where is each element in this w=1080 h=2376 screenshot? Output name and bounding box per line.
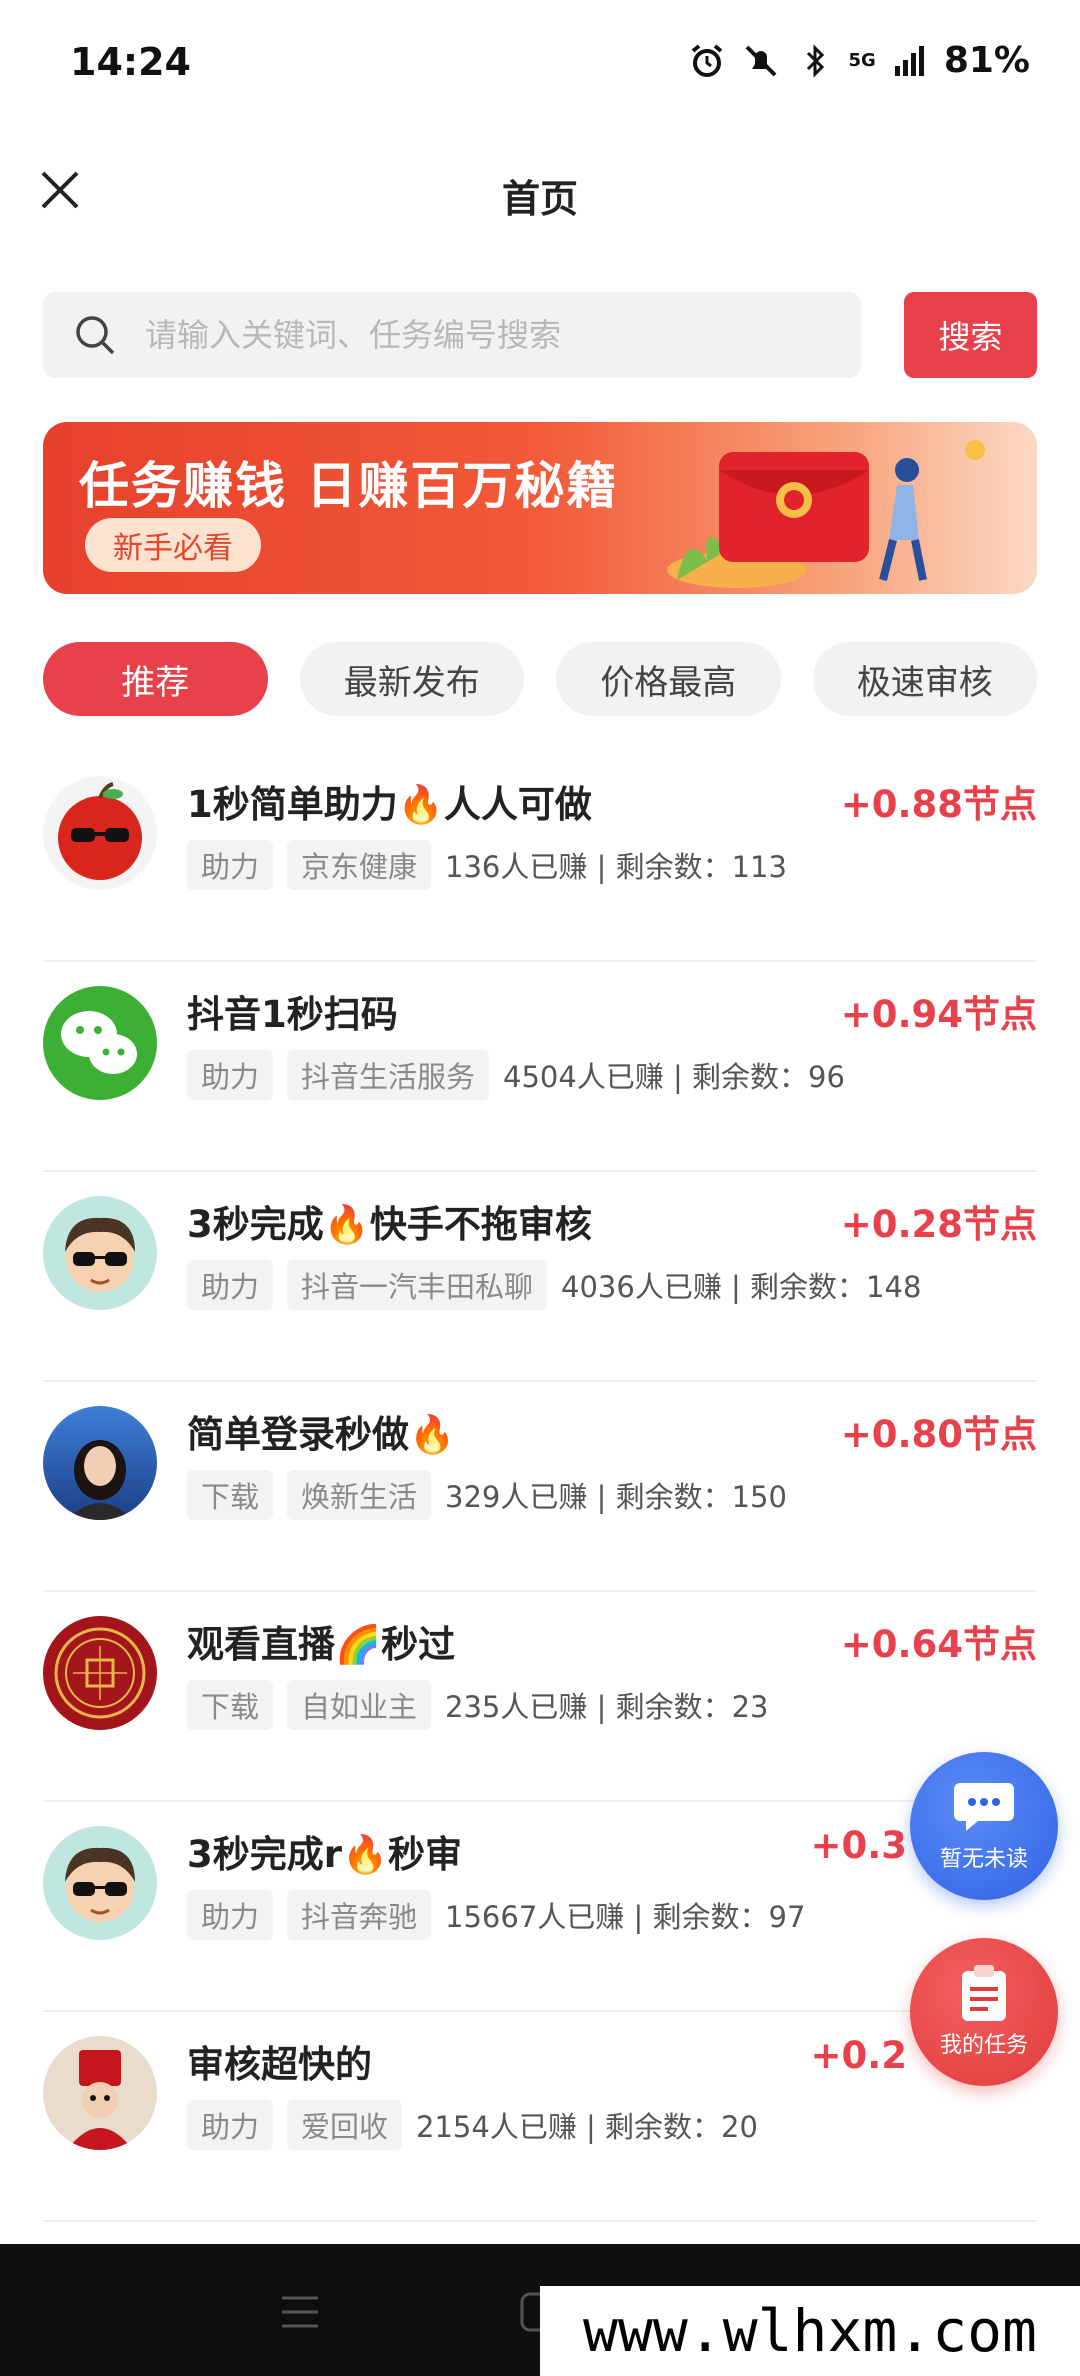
task-reward: +0.28节点 (840, 1203, 1037, 1246)
battery-level: 81% (943, 40, 1030, 81)
red-seal-avatar-icon (54, 1627, 146, 1719)
task-stats: 329人已赚 | 剩余数：150 (445, 1480, 787, 1514)
red-envelope-illustration (667, 440, 985, 588)
task-reward: +0.3 (810, 1824, 907, 1867)
task-type-chip: 下载 (187, 1680, 274, 1730)
task-stats: 136人已赚 | 剩余数：113 (445, 850, 787, 884)
task-meta: 助力 京东健康 136人已赚 | 剩余数：113 (187, 840, 787, 890)
my-tasks-fab[interactable]: 我的任务 (910, 1938, 1058, 2086)
task-row[interactable]: 3秒完成r🔥秒审 +0.3 助力 抖音奔驰 15667人已赚 | 剩余数：97 (43, 1802, 1037, 2012)
task-title: 1秒简单助力🔥人人可做 (187, 783, 592, 826)
task-avatar (43, 776, 157, 890)
search-box (43, 292, 861, 378)
status-bar: 14:24 5G 81% (0, 0, 1080, 130)
watermark: www.wlhxm.com (540, 2286, 1080, 2376)
task-title: 3秒完成r🔥秒审 (187, 1833, 463, 1876)
menu-nav-button[interactable] (270, 2284, 330, 2340)
apple-avatar-icon (58, 782, 142, 880)
task-row[interactable]: 抖音1秒扫码 +0.94节点 助力 抖音生活服务 4504人已赚 | 剩余数：9… (43, 962, 1037, 1172)
task-avatar (43, 1406, 157, 1520)
filter-tabs: 推荐 最新发布 价格最高 极速审核 (43, 642, 1037, 716)
tab-latest[interactable]: 最新发布 (299, 642, 524, 716)
task-title: 抖音1秒扫码 (187, 993, 398, 1036)
task-avatar (43, 2036, 157, 2150)
task-reward: +0.2 (810, 2034, 907, 2077)
task-app-chip: 抖音奔驰 (287, 1890, 432, 1940)
task-avatar (43, 1616, 157, 1730)
task-row[interactable]: 简单登录秒做🔥 +0.80节点 下载 焕新生活 329人已赚 | 剩余数：150 (43, 1382, 1037, 1592)
task-avatar (43, 1196, 157, 1310)
wechat-logo-icon (61, 1011, 137, 1074)
menu-icon (282, 2296, 318, 2328)
status-time: 14:24 (70, 40, 191, 84)
banner-title: 任务赚钱 日赚百万秘籍 (79, 457, 619, 515)
task-meta: 下载 焕新生活 329人已赚 | 剩余数：150 (187, 1470, 787, 1520)
task-row[interactable]: 审核超快的 +0.2 助力 爱回收 2154人已赚 | 剩余数：20 (43, 2012, 1037, 2222)
task-row[interactable]: 观看直播🌈秒过 +0.64节点 下载 自如业主 235人已赚 | 剩余数：23 (43, 1592, 1037, 1802)
task-app-chip: 抖音生活服务 (287, 1050, 490, 1100)
task-app-chip: 京东健康 (287, 840, 432, 890)
task-title: 简单登录秒做🔥 (187, 1413, 456, 1456)
task-row[interactable]: 1秒简单助力🔥人人可做 +0.88节点 助力 京东健康 136人已赚 | 剩余数… (43, 752, 1037, 962)
promo-banner[interactable]: 任务赚钱 日赚百万秘籍 新手必看 (43, 422, 1037, 594)
task-type-chip: 助力 (187, 1890, 274, 1940)
messages-fab-label: 暂无未读 (939, 1847, 1028, 1872)
clipboard-icon (952, 1965, 1016, 2021)
task-app-chip: 爱回收 (287, 2100, 403, 2150)
task-meta: 助力 爱回收 2154人已赚 | 剩余数：20 (187, 2100, 758, 2150)
mute-bell-icon (741, 41, 781, 81)
festive-figure-avatar-icon (67, 2050, 133, 2150)
task-type-chip: 助力 (187, 1050, 274, 1100)
status-icons: 5G 81% (687, 40, 1030, 81)
task-avatar (43, 1826, 157, 1940)
task-reward: +0.88节点 (840, 783, 1037, 826)
cartoon-boy-avatar-icon (65, 1217, 135, 1292)
tab-recommended[interactable]: 推荐 (43, 642, 268, 716)
page-title: 首页 (501, 177, 578, 221)
banner-tag[interactable]: 新手必看 (85, 518, 261, 572)
search-button[interactable]: 搜索 (904, 292, 1037, 378)
task-reward: +0.64节点 (840, 1623, 1037, 1666)
task-row[interactable]: 3秒完成🔥快手不拖审核 +0.28节点 助力 抖音一汽丰田私聊 4036人已赚 … (43, 1172, 1037, 1382)
tab-fast-review[interactable]: 极速审核 (812, 642, 1037, 716)
task-avatar (43, 986, 157, 1100)
alarm-icon (687, 41, 727, 81)
task-stats: 2154人已赚 | 剩余数：20 (416, 2110, 758, 2144)
bluetooth-icon (795, 41, 835, 81)
task-type-chip: 助力 (187, 840, 274, 890)
messages-fab[interactable]: 暂无未读 (910, 1752, 1058, 1900)
task-title: 3秒完成🔥快手不拖审核 (187, 1203, 592, 1246)
network-type: 5G (848, 50, 876, 71)
task-app-chip: 焕新生活 (287, 1470, 432, 1520)
search-input[interactable] (125, 292, 861, 378)
task-stats: 4036人已赚 | 剩余数：148 (561, 1270, 922, 1304)
task-app-chip: 抖音一汽丰田私聊 (287, 1260, 548, 1310)
task-type-chip: 助力 (187, 2100, 274, 2150)
task-reward: +0.94节点 (840, 993, 1037, 1036)
task-meta: 助力 抖音奔驰 15667人已赚 | 剩余数：97 (187, 1890, 805, 1940)
task-meta: 助力 抖音一汽丰田私聊 4036人已赚 | 剩余数：148 (187, 1260, 921, 1310)
task-stats: 4504人已赚 | 剩余数：96 (503, 1060, 845, 1094)
task-stats: 235人已赚 | 剩余数：23 (445, 1690, 769, 1724)
header: 首页 (0, 150, 1080, 230)
task-reward: +0.80节点 (840, 1413, 1037, 1456)
task-title: 观看直播🌈秒过 (187, 1623, 456, 1666)
tab-highest-price[interactable]: 价格最高 (556, 642, 781, 716)
task-type-chip: 下载 (187, 1470, 274, 1520)
cartoon-boy-avatar-icon (65, 1847, 135, 1922)
search-icon (65, 305, 125, 365)
girl-photo-avatar-icon (67, 1440, 133, 1520)
task-meta: 下载 自如业主 235人已赚 | 剩余数：23 (187, 1680, 769, 1730)
task-meta: 助力 抖音生活服务 4504人已赚 | 剩余数：96 (187, 1050, 845, 1100)
task-title: 审核超快的 (187, 2043, 372, 2086)
signal-icon (890, 41, 930, 81)
chat-bubble-icon (952, 1779, 1016, 1835)
task-list: 1秒简单助力🔥人人可做 +0.88节点 助力 京东健康 136人已赚 | 剩余数… (43, 752, 1037, 2222)
my-tasks-fab-label: 我的任务 (939, 2033, 1028, 2058)
task-type-chip: 助力 (187, 1260, 274, 1310)
task-app-chip: 自如业主 (287, 1680, 432, 1730)
task-stats: 15667人已赚 | 剩余数：97 (445, 1900, 806, 1934)
